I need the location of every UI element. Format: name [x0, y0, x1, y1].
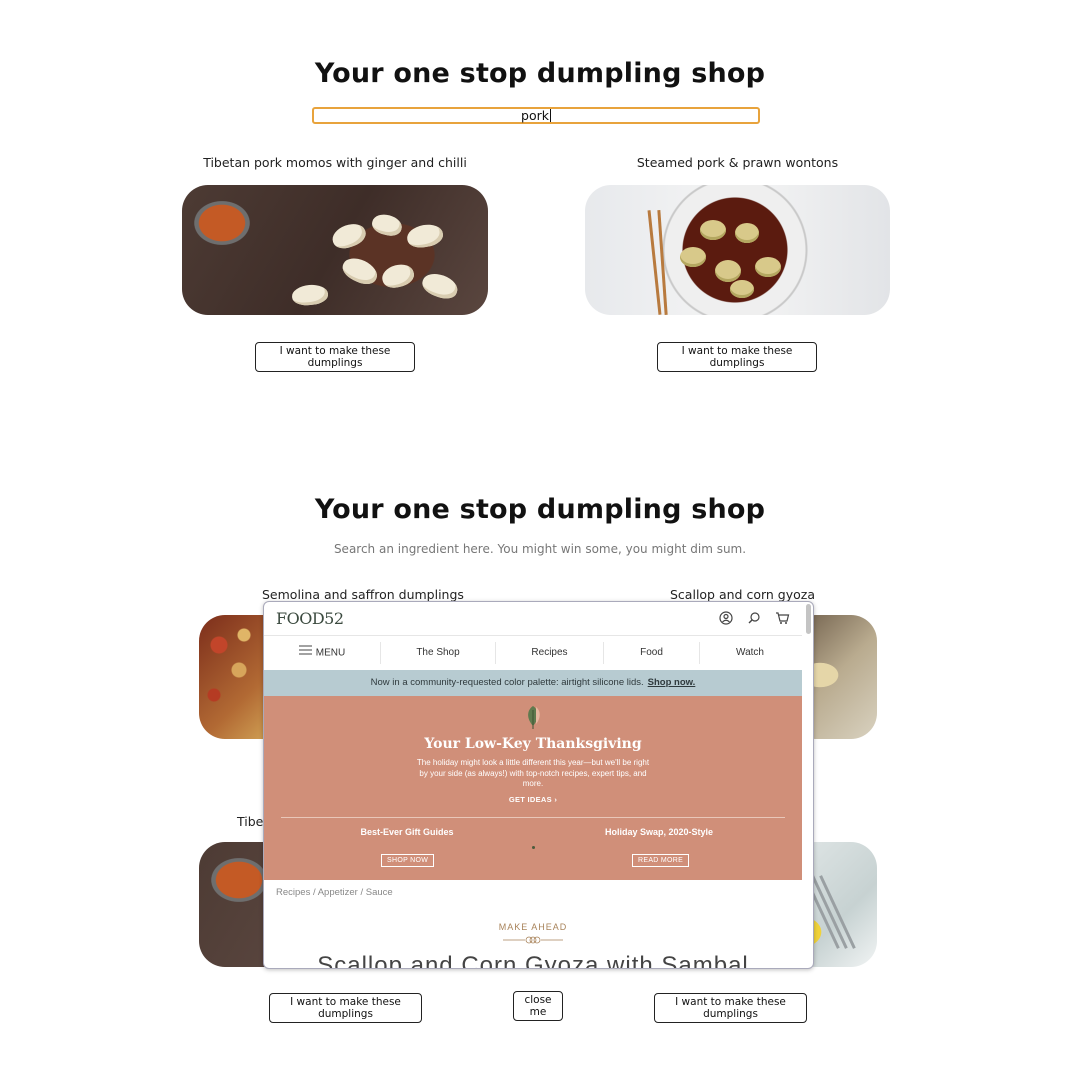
- recipe-page-title: Scallop and Corn Gyoza with Sambal: [317, 952, 749, 969]
- read-more-button[interactable]: READ MORE: [632, 854, 690, 867]
- make-dumplings-button[interactable]: I want to make these dumplings: [654, 993, 807, 1023]
- search-value: pork: [521, 108, 549, 123]
- leaf-icon: [528, 706, 540, 729]
- page-subtitle: Search an ingredient here. You might win…: [333, 542, 747, 556]
- carousel-dot[interactable]: [532, 846, 535, 849]
- chevron-right-icon: ›: [554, 795, 558, 804]
- page-title: Your one stop dumpling shop: [314, 58, 766, 89]
- recipe-title: Steamed pork & prawn wontons: [636, 155, 839, 170]
- text-caret: [549, 109, 551, 122]
- recipe-image-momos[interactable]: [182, 185, 488, 315]
- site-logo[interactable]: FOOD52: [276, 609, 344, 628]
- make-dumplings-button[interactable]: I want to make these dumplings: [255, 342, 415, 372]
- site-header: FOOD52: [264, 602, 802, 636]
- divider: [281, 817, 785, 818]
- search-input[interactable]: pork: [312, 107, 760, 124]
- search-icon[interactable]: [746, 611, 761, 626]
- nav-item-food[interactable]: Food: [604, 636, 699, 670]
- recipe-image-wontons[interactable]: [585, 185, 890, 315]
- hero-section: Your Low-Key Thanksgiving The holiday mi…: [264, 696, 802, 880]
- make-dumplings-button[interactable]: I want to make these dumplings: [657, 342, 817, 372]
- recipe-title: Semolina and saffron dumplings: [262, 587, 464, 602]
- hero-body: The holiday might look a little differen…: [416, 758, 650, 788]
- site-nav: MENU The Shop Recipes Food Watch: [264, 636, 802, 671]
- recipe-title: Tibetan pork momos with ginger and chill…: [203, 155, 467, 170]
- promo-banner: Now in a community-requested color palet…: [264, 670, 802, 696]
- shop-now-button[interactable]: SHOP NOW: [381, 854, 435, 867]
- menu-label: MENU: [315, 647, 346, 659]
- gift-guides-title: Best-Ever Gift Guides: [360, 827, 454, 837]
- cart-icon[interactable]: [775, 611, 790, 626]
- nav-item-watch[interactable]: Watch: [700, 636, 800, 670]
- menu-button[interactable]: MENU: [264, 636, 380, 670]
- make-ahead-tag: MAKE AHEAD: [498, 922, 568, 932]
- page-title: Your one stop dumpling shop: [314, 494, 766, 525]
- get-ideas-link[interactable]: GET IDEAS ›: [264, 795, 802, 804]
- recipe-title: Scallop and corn gyoza: [670, 587, 815, 602]
- scrollbar[interactable]: [806, 604, 811, 634]
- user-icon[interactable]: [718, 611, 733, 626]
- nav-item-recipes[interactable]: Recipes: [496, 636, 603, 670]
- nav-item-shop[interactable]: The Shop: [381, 636, 495, 670]
- hero-title: Your Low-Key Thanksgiving: [424, 736, 642, 752]
- make-dumplings-button[interactable]: I want to make these dumplings: [269, 993, 422, 1023]
- get-ideas-label: GET IDEAS: [508, 795, 552, 804]
- close-button[interactable]: close me: [513, 991, 563, 1021]
- breadcrumb[interactable]: Recipes / Appetizer / Sauce: [276, 887, 393, 898]
- banner-link[interactable]: Shop now.: [648, 677, 696, 688]
- hamburger-icon: [298, 636, 312, 670]
- ornament-icon: [503, 936, 563, 944]
- banner-text: Now in a community-requested color palet…: [370, 677, 644, 688]
- recipe-popup[interactable]: FOOD52 MENU The Shop Recipes Food Watch …: [263, 601, 814, 969]
- holiday-swap-title: Holiday Swap, 2020-Style: [604, 827, 714, 837]
